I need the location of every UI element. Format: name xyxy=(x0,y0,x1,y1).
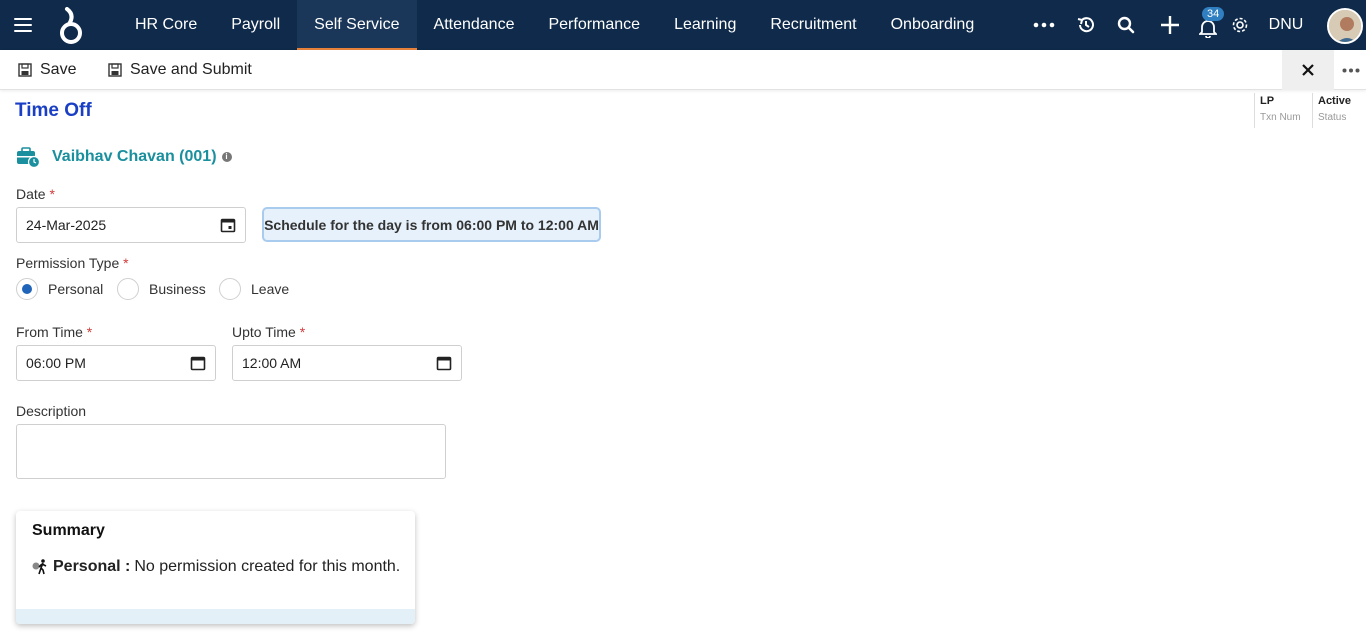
summary-card: Summary Personal : No permission created… xyxy=(16,511,415,624)
more-horizontal-icon[interactable] xyxy=(1030,0,1058,50)
radio-circle[interactable] xyxy=(16,278,38,300)
more-options-icon[interactable] xyxy=(1336,50,1366,90)
date-field[interactable]: 24-Mar-2025 xyxy=(16,207,246,243)
user-initials[interactable]: DNU xyxy=(1266,0,1306,50)
permission-type-label: Permission Type * xyxy=(16,255,129,271)
txn-num-value: LP xyxy=(1260,95,1275,107)
save-label: Save xyxy=(40,61,77,78)
search-icon[interactable] xyxy=(1112,0,1140,50)
txn-num-meta: LP Txn Num xyxy=(1254,93,1312,128)
radio-label: Personal xyxy=(48,281,104,297)
nav-onboarding[interactable]: Onboarding xyxy=(874,0,992,50)
from-time-value: 06:00 PM xyxy=(26,355,86,371)
radio-label: Business xyxy=(149,281,206,297)
calendar-icon[interactable] xyxy=(436,355,452,371)
save-icon xyxy=(18,63,32,77)
logo[interactable] xyxy=(57,7,85,45)
notification-badge: 34 xyxy=(1202,7,1225,21)
close-icon xyxy=(1302,64,1314,76)
calendar-icon[interactable] xyxy=(220,217,236,233)
info-icon[interactable]: i xyxy=(221,152,232,162)
calendar-icon[interactable] xyxy=(190,355,206,371)
description-textarea[interactable] xyxy=(16,424,446,479)
form-toolbar: Save Save and Submit xyxy=(0,50,1366,90)
main-nav: HR Core Payroll Self Service Attendance … xyxy=(118,0,991,50)
save-and-submit-button[interactable]: Save and Submit xyxy=(108,50,252,90)
history-icon[interactable] xyxy=(1072,0,1100,50)
from-time-field[interactable]: 06:00 PM xyxy=(16,345,216,381)
menu-icon[interactable] xyxy=(14,18,32,32)
nav-recruitment[interactable]: Recruitment xyxy=(753,0,873,50)
radio-circle[interactable] xyxy=(219,278,241,300)
nav-payroll[interactable]: Payroll xyxy=(214,0,297,50)
radio-circle[interactable] xyxy=(117,278,139,300)
briefcase-clock-icon xyxy=(17,147,40,168)
close-button[interactable] xyxy=(1282,50,1334,90)
nav-attendance[interactable]: Attendance xyxy=(417,0,532,50)
status-value: Active xyxy=(1318,95,1352,107)
txn-num-label: Txn Num xyxy=(1260,112,1301,123)
save-and-submit-label: Save and Submit xyxy=(130,61,252,78)
radio-leave[interactable]: Leave xyxy=(219,278,289,300)
top-navbar: HR Core Payroll Self Service Attendance … xyxy=(0,0,1366,50)
summary-footer xyxy=(16,609,415,624)
radio-personal[interactable]: Personal xyxy=(16,278,103,300)
description-label: Description xyxy=(16,403,87,419)
gear-icon[interactable] xyxy=(1226,0,1254,50)
upto-time-value: 12:00 AM xyxy=(242,355,302,371)
status-meta: Active Status xyxy=(1312,93,1366,128)
date-value: 24-Mar-2025 xyxy=(26,217,107,233)
person-walking-icon xyxy=(32,559,47,575)
notifications-button[interactable]: 34 xyxy=(1194,0,1225,50)
radio-business[interactable]: Business xyxy=(117,278,206,300)
employee-header: Vaibhav Chavan (001) i xyxy=(16,146,232,168)
upto-time-label: Upto Time * xyxy=(232,324,306,340)
save-icon xyxy=(108,63,122,77)
plus-icon[interactable] xyxy=(1156,0,1184,50)
from-time-label: From Time * xyxy=(16,324,93,340)
upto-time-field[interactable]: 12:00 AM xyxy=(232,345,462,381)
summary-message: No permission created for this month. xyxy=(134,558,401,575)
summary-title: Summary xyxy=(32,522,105,539)
save-button[interactable]: Save xyxy=(18,50,76,90)
nav-performance[interactable]: Performance xyxy=(531,0,657,50)
schedule-info: Schedule for the day is from 06:00 PM to… xyxy=(262,207,601,242)
date-label: Date * xyxy=(16,186,55,202)
page-title: Time Off xyxy=(15,100,92,121)
employee-name[interactable]: Vaibhav Chavan (001) xyxy=(52,148,217,166)
nav-self-service[interactable]: Self Service xyxy=(297,0,417,50)
nav-hr-core[interactable]: HR Core xyxy=(118,0,214,50)
bell-icon xyxy=(1199,20,1217,38)
avatar[interactable] xyxy=(1327,8,1363,44)
summary-line: Personal : No permission created for thi… xyxy=(32,558,400,576)
summary-type-label: Personal : xyxy=(53,558,131,575)
status-label: Status xyxy=(1318,112,1347,123)
nav-learning[interactable]: Learning xyxy=(657,0,753,50)
radio-label: Leave xyxy=(251,281,290,297)
